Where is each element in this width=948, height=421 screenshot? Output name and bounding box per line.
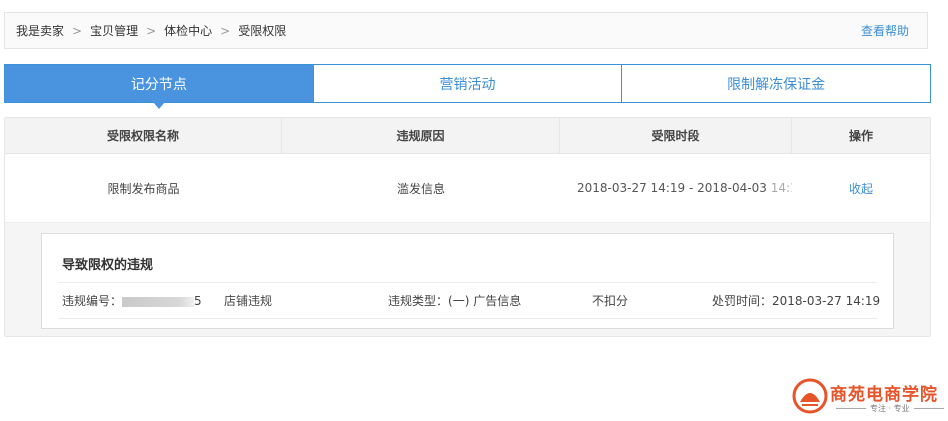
detail-title: 导致限权的违规 (62, 258, 154, 273)
breadcrumb: 我是卖家 > 宝贝管理 > 体检中心 > 受限权限 (16, 22, 286, 39)
action-cell: 收起 (792, 154, 930, 222)
masked-id (122, 296, 195, 307)
restriction-name: 限制发布商品 (107, 181, 180, 196)
violation-type-value: (一) 广告信息 (448, 294, 522, 308)
violation-id: 违规编号： 5 (62, 292, 202, 309)
table-row: 限制发布商品 滥发信息 2018-03-27 14:19 - 2018-04-0… (5, 154, 930, 223)
breadcrumb-item-item-management[interactable]: 宝贝管理 (90, 22, 138, 39)
breadcrumb-separator: > (220, 23, 231, 38)
restriction-table: 受限权限名称 违规原因 受限时段 操作 限制发布商品 滥发信息 2018-03-… (4, 117, 931, 337)
logo-slogan-row: 专注 · 专业 (832, 403, 948, 414)
divider (58, 318, 877, 319)
period-end: 2018-04-03 (697, 181, 767, 195)
breadcrumb-item-seller[interactable]: 我是卖家 (16, 22, 64, 39)
score-deduction: 不扣分 (592, 294, 629, 308)
breadcrumb-separator: > (72, 23, 83, 38)
tab-deposit-unfreeze[interactable]: 限制解冻保证金 (621, 65, 931, 102)
violation-category: 店铺违规 (224, 294, 273, 308)
logo-slogan: 专注 · 专业 (870, 404, 910, 413)
header-action: 操作 (848, 129, 873, 143)
violation-type: 违规类型：(一) 广告信息 (388, 292, 521, 309)
violation-type-label: 违规类型： (388, 294, 449, 308)
breadcrumb-item-checkup-center[interactable]: 体检中心 (164, 22, 212, 39)
period-start: 2018-03-27 14:19 (577, 181, 686, 195)
divider (58, 282, 877, 283)
penalty-time-label: 处罚时间： (712, 294, 773, 308)
tab-bar: 记分节点 营销活动 限制解冻保证金 (4, 64, 931, 109)
period-dash: - (688, 181, 694, 195)
breadcrumb-bar: 我是卖家 > 宝贝管理 > 体检中心 > 受限权限 查看帮助 (4, 12, 928, 49)
restriction-period: 2018-03-27 14:19 - 2018-04-03 14:19 (560, 154, 792, 222)
violation-row: 违规编号： 5 店铺违规 违规类型：(一) 广告信息 不扣分 处罚时间：2018-… (62, 292, 880, 312)
tab-marketing[interactable]: 营销活动 (312, 65, 622, 102)
help-link[interactable]: 查看帮助 (861, 22, 909, 39)
violation-detail-card: 导致限权的违规 违规编号： 5 店铺违规 违规类型：(一) 广告信息 不扣分 处罚… (41, 233, 894, 329)
penalty-time-value: 2018-03-27 14:19 (772, 294, 881, 308)
collapse-link[interactable]: 收起 (849, 180, 873, 197)
tab-score-nodes[interactable]: 记分节点 (5, 65, 313, 109)
violation-id-suffix: 5 (194, 294, 202, 308)
penalty-time: 处罚时间：2018-03-27 14:19 (712, 292, 880, 309)
header-period: 受限时段 (560, 118, 792, 153)
logo-name: 商苑电商学院 (830, 385, 938, 405)
table-header: 受限权限名称 违规原因 受限时段 操作 (5, 118, 930, 154)
logo-emblem-icon (792, 378, 828, 414)
header-reason: 违规原因 (282, 118, 560, 153)
violation-reason: 滥发信息 (396, 181, 445, 196)
breadcrumb-item-restricted: 受限权限 (238, 24, 287, 38)
header-name: 受限权限名称 (5, 118, 282, 153)
period-end-time: 14:19 (770, 181, 792, 195)
violation-id-label: 违规编号： (62, 294, 123, 308)
breadcrumb-separator: > (146, 23, 157, 38)
watermark-logo: 商苑电商学院 专注 · 专业 (792, 376, 944, 416)
